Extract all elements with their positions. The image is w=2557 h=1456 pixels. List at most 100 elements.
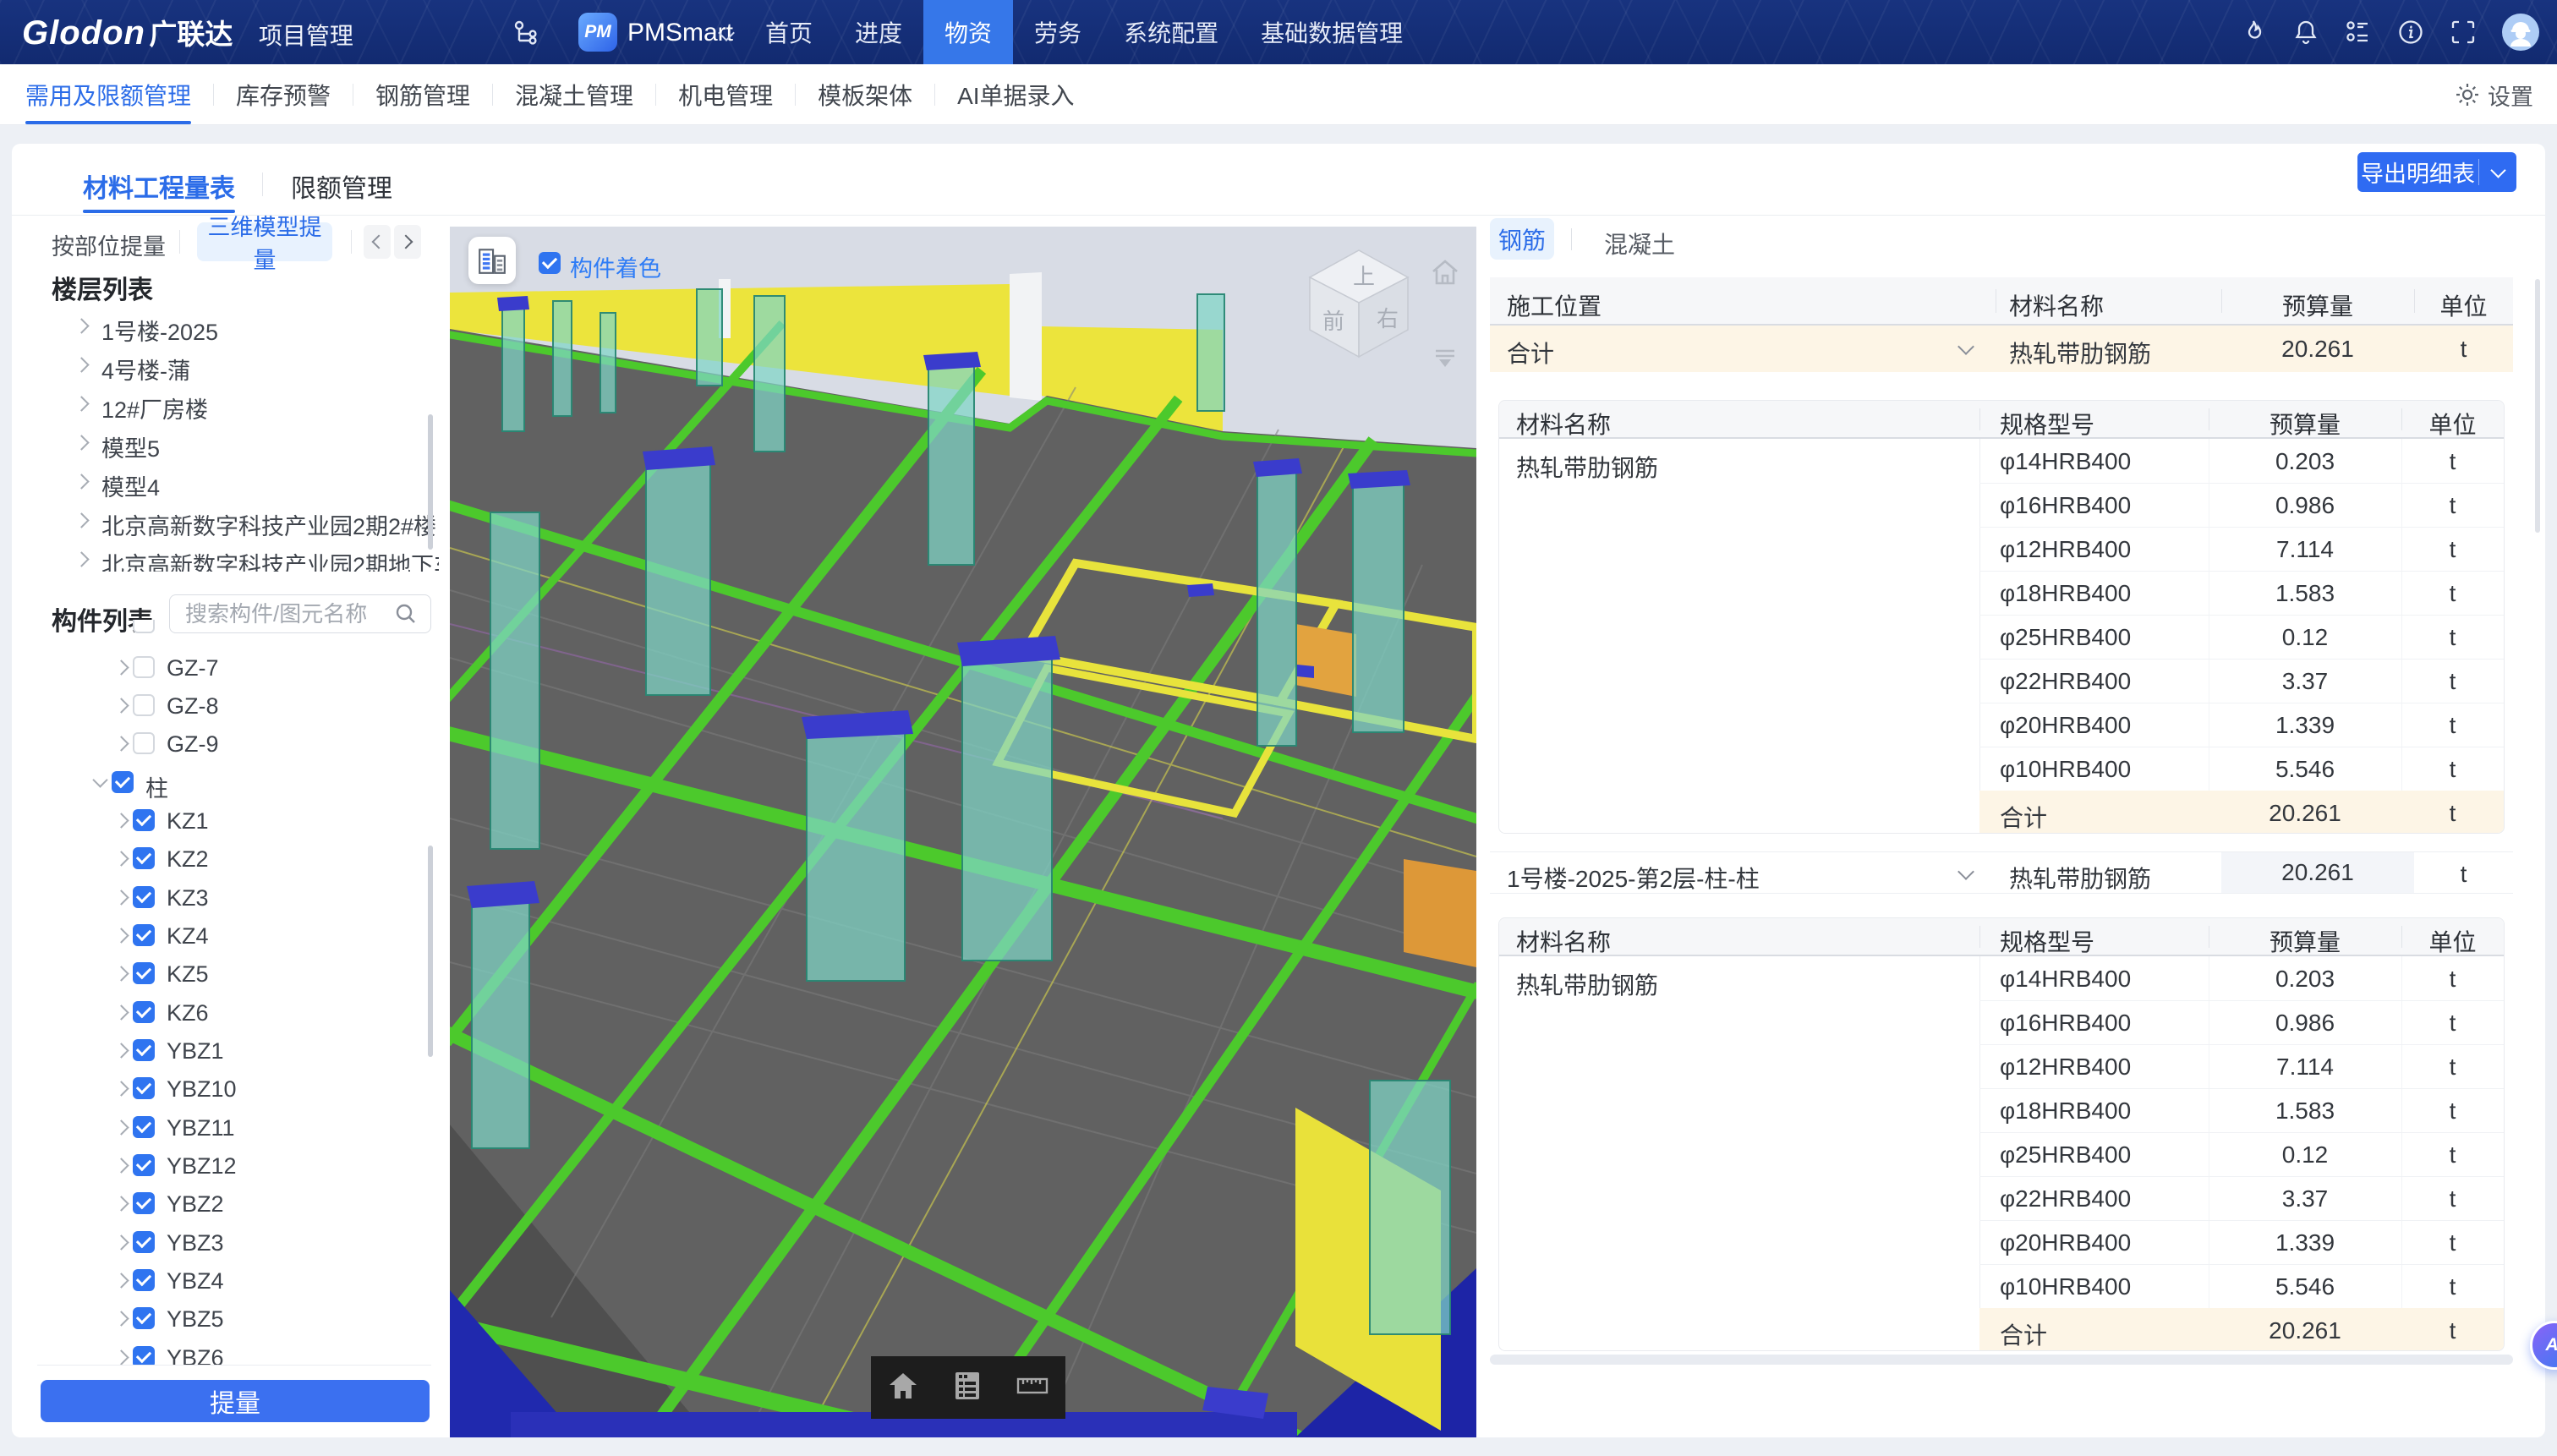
tab-material-quantity[interactable]: 材料工程量表 xyxy=(83,167,235,205)
checkbox[interactable] xyxy=(133,620,155,633)
panel-tab-concrete[interactable]: 混凝土 xyxy=(1604,227,1675,260)
floor-item[interactable]: 1号楼-2025 xyxy=(12,313,443,338)
tree-item-label[interactable]: GZ-7 xyxy=(167,655,219,681)
floor-label[interactable]: 4号楼-蒲 xyxy=(101,353,190,386)
tab-mep[interactable]: 机电管理 xyxy=(656,64,795,124)
tree-item-label[interactable]: YBZ6 xyxy=(167,1345,224,1365)
tree-item-label[interactable]: YBZ5 xyxy=(167,1306,224,1333)
chevron-right-icon[interactable] xyxy=(113,698,129,713)
tab-rebar[interactable]: 钢筋管理 xyxy=(353,64,492,124)
tree-item[interactable]: GZ-7 xyxy=(12,654,439,680)
menu-item-system-config[interactable]: 系统配置 xyxy=(1103,0,1240,64)
checkbox[interactable] xyxy=(133,924,155,946)
tree-item-label[interactable]: KZ2 xyxy=(167,846,209,873)
group-row[interactable]: 1号楼-2025-第2层-柱-柱 热轧带肋钢筋 20.261 t xyxy=(1490,851,2513,894)
tree-item-label[interactable]: YBZ3 xyxy=(167,1230,224,1256)
tree-item[interactable]: YBZ2 xyxy=(12,1191,439,1216)
tree-item-label[interactable]: KZ6 xyxy=(167,1000,209,1026)
checkbox[interactable] xyxy=(133,1307,155,1329)
tree-item-label[interactable]: KZ3 xyxy=(167,885,209,911)
tree-item[interactable]: GZ-8 xyxy=(12,692,439,718)
apps-icon[interactable] xyxy=(2344,18,2373,47)
tree-item-expanded[interactable]: 柱 xyxy=(12,769,439,795)
group-row-total[interactable]: 合计 热轧带肋钢筋 20.261 t xyxy=(1490,326,2513,372)
tree-item[interactable]: YBZ4 xyxy=(12,1267,439,1293)
floor-item[interactable]: 模型5 xyxy=(12,430,443,455)
chevron-down-icon[interactable] xyxy=(1957,338,1974,355)
tree-item[interactable]: YBZ6 xyxy=(12,1344,439,1365)
panel-scrollbar[interactable] xyxy=(2535,279,2540,533)
tree-item-label[interactable]: YBZ1 xyxy=(167,1038,224,1065)
tree-item[interactable]: GZ-9 xyxy=(12,731,439,756)
chevron-right-icon[interactable] xyxy=(74,512,89,528)
tree-item[interactable]: KZ2 xyxy=(12,846,439,871)
chevron-right-icon[interactable] xyxy=(113,851,129,866)
chevron-right-icon[interactable] xyxy=(113,660,129,675)
floor-label[interactable]: 模型4 xyxy=(101,469,160,502)
model-list-button[interactable] xyxy=(468,237,516,284)
tree-item[interactable]: YBZ12 xyxy=(12,1152,439,1178)
chevron-right-icon[interactable] xyxy=(113,1234,129,1250)
floor-label[interactable]: 12#厂房楼 xyxy=(101,391,208,424)
checkbox[interactable] xyxy=(133,732,155,754)
chevron-right-icon[interactable] xyxy=(113,1196,129,1211)
checkbox[interactable] xyxy=(133,847,155,869)
tree-item-label[interactable]: GZ-8 xyxy=(167,693,219,720)
pmsmart-logo[interactable]: PM xyxy=(578,13,617,52)
tree-item-label[interactable]: YBZ4 xyxy=(167,1268,224,1295)
checkbox[interactable] xyxy=(133,1001,155,1023)
chevron-right-icon[interactable] xyxy=(74,318,89,333)
floor-item[interactable]: 北京高新数字科技产业园2期2#楼 xyxy=(12,507,443,533)
floor-item[interactable]: 4号楼-蒲 xyxy=(12,352,443,377)
model-viewer[interactable]: 构件着色 上 前 右 xyxy=(450,227,1476,1437)
menu-item-base-data[interactable]: 基础数据管理 xyxy=(1240,0,1424,64)
avatar[interactable] xyxy=(2501,13,2540,52)
checkbox[interactable] xyxy=(112,771,134,793)
chevron-right-icon[interactable] xyxy=(113,736,129,751)
checkbox[interactable] xyxy=(133,886,155,908)
prev-arrow-button[interactable] xyxy=(364,225,391,259)
tree-item-label[interactable]: KZ1 xyxy=(167,808,209,835)
org-tree-icon[interactable] xyxy=(511,19,539,47)
tree-item[interactable]: YBZ5 xyxy=(12,1305,439,1331)
menu-item-home[interactable]: 首页 xyxy=(744,0,834,64)
tree-item-label[interactable]: KZ4 xyxy=(167,923,209,950)
tree-item[interactable]: KZ6 xyxy=(12,999,439,1025)
checkbox[interactable] xyxy=(133,962,155,984)
tree-item-label[interactable]: YBZ2 xyxy=(167,1191,224,1218)
chevron-right-icon[interactable] xyxy=(113,1081,129,1096)
tree-item[interactable]: YBZ11 xyxy=(12,1114,439,1140)
checkbox[interactable] xyxy=(133,1231,155,1253)
menu-item-materials[interactable]: 物资 xyxy=(923,0,1013,64)
floor-item[interactable]: 模型4 xyxy=(12,468,443,494)
chevron-right-icon[interactable] xyxy=(74,396,89,411)
chevron-down-icon[interactable] xyxy=(1957,863,1974,880)
tree-item[interactable]: KZ4 xyxy=(12,922,439,948)
tree-item[interactable]: KZ3 xyxy=(12,884,439,910)
chevron-right-icon[interactable] xyxy=(74,473,89,489)
chevron-right-icon[interactable] xyxy=(74,551,89,567)
tab-stock-warning[interactable]: 库存预警 xyxy=(214,64,353,124)
panel-tab-rebar[interactable]: 钢筋 xyxy=(1490,218,1554,260)
floor-label[interactable]: 1号楼-2025 xyxy=(101,314,218,347)
tab-concrete[interactable]: 混凝土管理 xyxy=(493,64,655,124)
tree-item[interactable]: KZ1 xyxy=(12,807,439,833)
chevron-right-icon[interactable] xyxy=(74,435,89,450)
tree-item[interactable]: YBZ10 xyxy=(12,1076,439,1101)
ruler-icon[interactable] xyxy=(1016,1374,1049,1402)
menu-item-progress[interactable]: 进度 xyxy=(834,0,923,64)
tree-item-label[interactable]: YBZ12 xyxy=(167,1153,237,1180)
floor-item[interactable]: 北京高新数字科技产业园2期地下车库人防 xyxy=(12,546,439,572)
checkbox[interactable] xyxy=(133,1116,155,1138)
tree-item-label[interactable]: YBZ11 xyxy=(167,1115,235,1141)
chevron-right-icon[interactable] xyxy=(113,813,129,828)
menu-item-labor[interactable]: 劳务 xyxy=(1013,0,1103,64)
floor-label[interactable]: 北京高新数字科技产业园2期地下车库人防 xyxy=(101,547,439,572)
checkbox[interactable] xyxy=(133,656,155,678)
chevron-right-icon[interactable] xyxy=(74,357,89,372)
chevron-right-icon[interactable] xyxy=(113,966,129,981)
tree-item[interactable]: YBZ3 xyxy=(12,1229,439,1255)
fullscreen-icon[interactable] xyxy=(2449,18,2478,47)
coloring-checkbox[interactable] xyxy=(539,252,561,274)
tab-demand-quota[interactable]: 需用及限额管理 xyxy=(3,64,213,124)
